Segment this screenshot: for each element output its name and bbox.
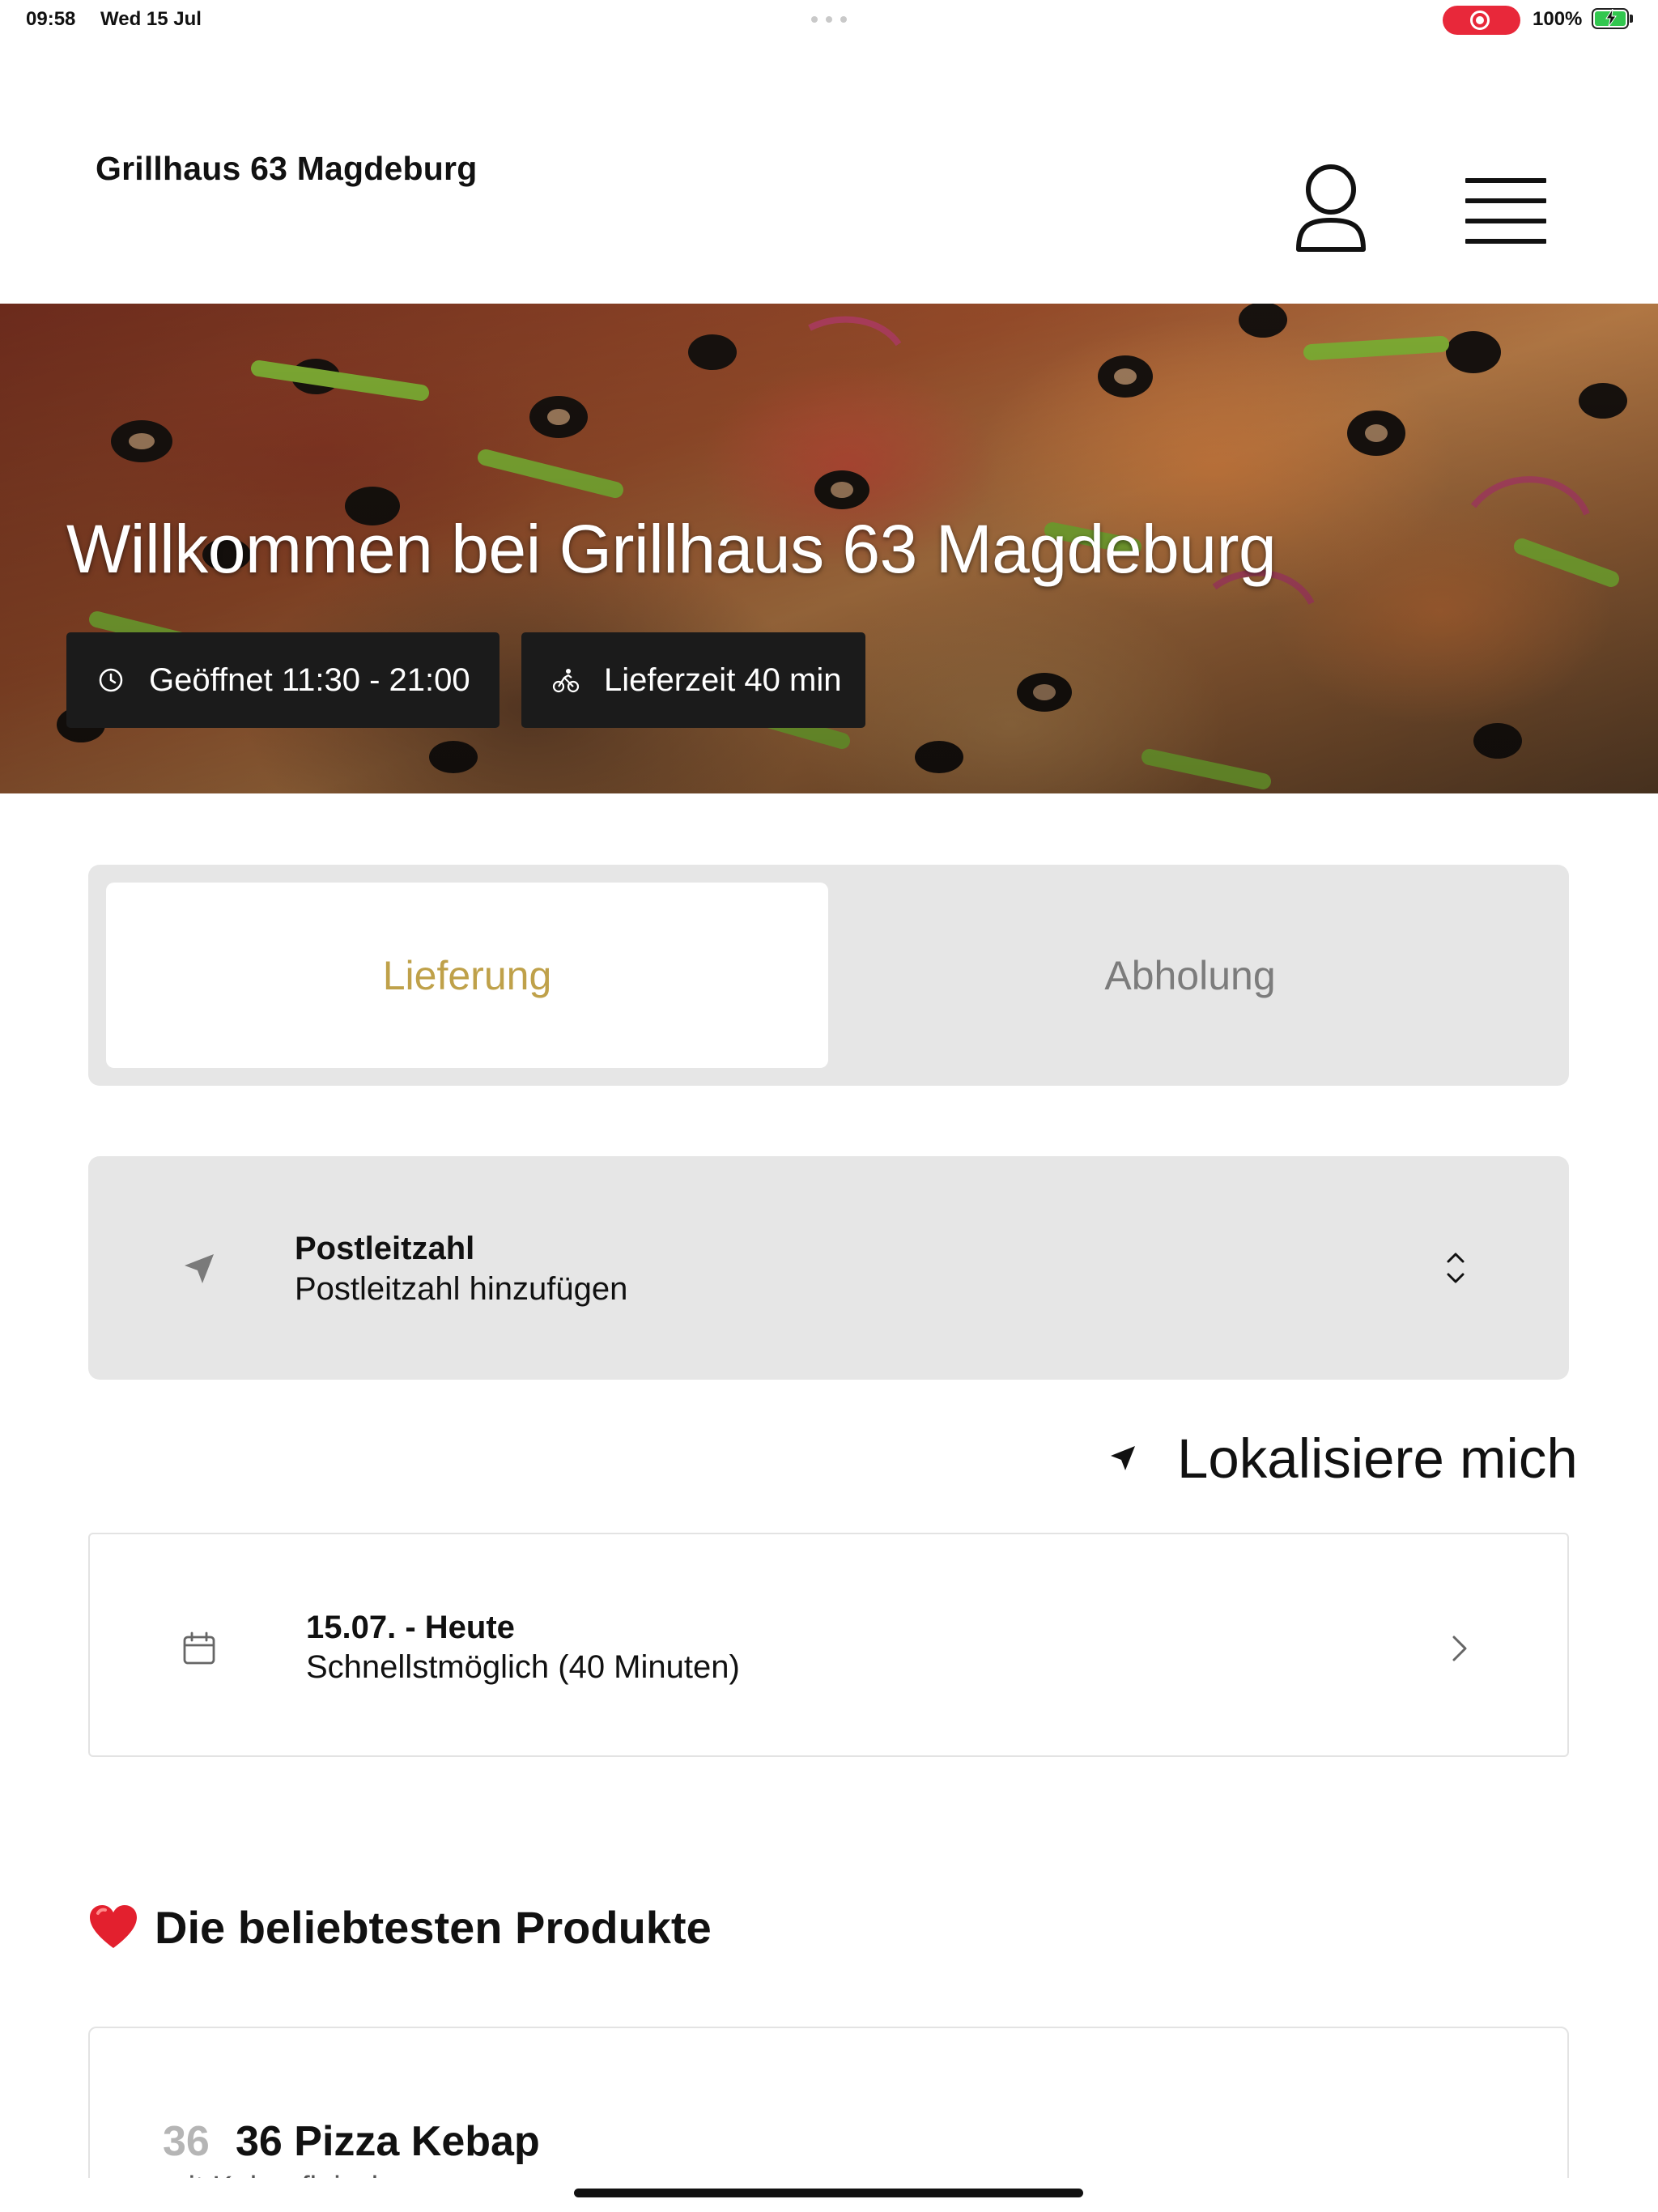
popular-products-title: Die beliebtesten Produkte (155, 1901, 712, 1953)
tab-delivery[interactable]: Lieferung (106, 883, 828, 1068)
heart-icon (90, 1905, 137, 1948)
postcode-selector[interactable]: Postleitzahl Postleitzahl hinzufügen (88, 1156, 1569, 1380)
hero-title: Willkommen bei Grillhaus 63 Magdeburg (66, 511, 1277, 587)
delivery-time-selector[interactable]: 15.07. - Heute Schnellstmöglich (40 Minu… (88, 1533, 1569, 1757)
location-arrow-icon (185, 1254, 214, 1283)
calendar-icon (183, 1631, 215, 1665)
opening-hours-text: Geöffnet 11:30 - 21:00 (149, 661, 470, 698)
tab-pickup[interactable]: Abholung (829, 883, 1551, 1068)
screen-recording-indicator[interactable] (1443, 6, 1520, 35)
delivery-time-badge: Lieferzeit 40 min (521, 632, 865, 728)
opening-hours-badge: Geöffnet 11:30 - 21:00 (66, 632, 500, 728)
multitasking-dots-icon[interactable] (811, 16, 847, 23)
product-number: 36 (163, 2118, 210, 2165)
status-time: 09:58 (26, 8, 76, 30)
home-indicator[interactable] (574, 2189, 1083, 2197)
hamburger-menu-icon[interactable] (1465, 177, 1546, 246)
app-header: Grillhaus 63 Magdeburg (0, 40, 1658, 304)
status-bar: 09:58 Wed 15 Jul 100% (0, 0, 1658, 40)
order-mode-switch: Lieferung Abholung (88, 865, 1569, 1086)
delivery-time-option: Schnellstmöglich (40 Minuten) (306, 1649, 740, 1685)
locate-me-button[interactable]: Lokalisiere mich (1109, 1422, 1578, 1495)
battery-percentage: 100% (1533, 8, 1583, 30)
cyclist-icon (552, 669, 580, 693)
brand-title[interactable]: Grillhaus 63 Magdeburg (96, 150, 477, 188)
postcode-value: Postleitzahl hinzufügen (295, 1271, 628, 1307)
person-icon[interactable] (1292, 162, 1370, 257)
delivery-date: 15.07. - Heute (306, 1610, 515, 1645)
delivery-time-text: Lieferzeit 40 min (604, 661, 842, 698)
battery-icon (1592, 8, 1629, 29)
status-date: Wed 15 Jul (100, 8, 202, 30)
chevron-right-icon (1452, 1636, 1467, 1661)
hero-banner: Willkommen bei Grillhaus 63 Magdeburg Ge… (0, 304, 1658, 793)
product-name: 36 Pizza Kebap (236, 2118, 540, 2165)
clock-icon (99, 668, 123, 692)
postcode-label: Postleitzahl (295, 1231, 475, 1266)
popular-products-heading: Die beliebtesten Produkte (88, 1895, 712, 1959)
chevron-up-down-icon (1447, 1253, 1465, 1283)
locate-me-label: Lokalisiere mich (1177, 1427, 1578, 1490)
charging-bolt-icon (1605, 9, 1617, 27)
location-arrow-icon (1111, 1446, 1135, 1470)
